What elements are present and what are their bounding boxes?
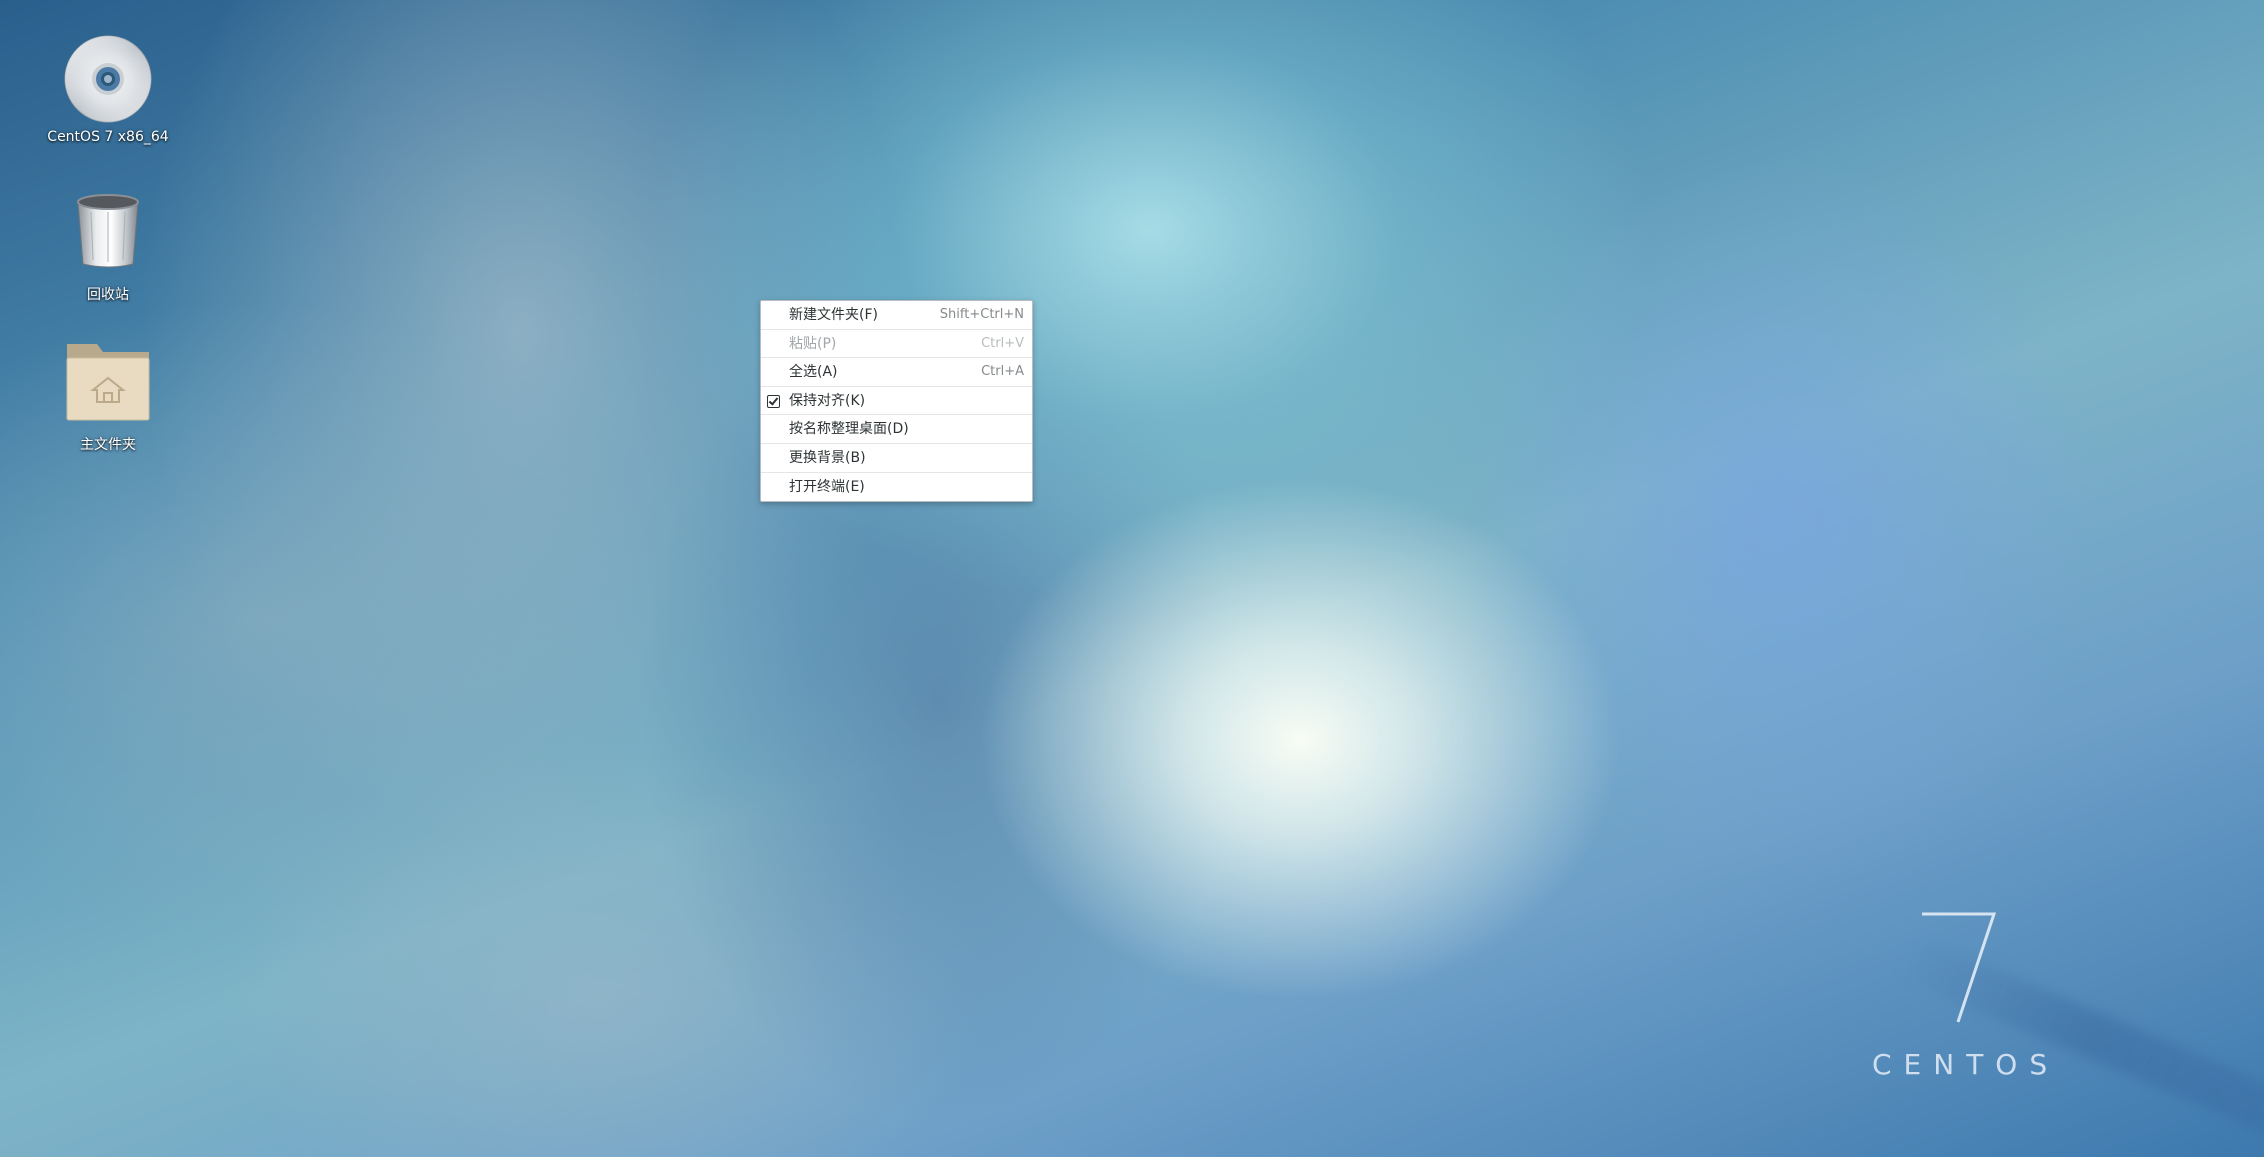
menu-item-shortcut: Ctrl+A [981,364,1024,380]
home-folder-icon [63,340,153,430]
menu-item-organize-by-name[interactable]: 按名称整理桌面(D) [761,415,1032,444]
trash-icon [63,190,153,280]
desktop-icon-label: 主文件夹 [80,437,136,453]
desktop-icon-label: 回收站 [87,287,129,303]
desktop-icon-home-folder[interactable]: 主文件夹 [33,340,183,454]
menu-item-label: 全选(A) [789,364,838,381]
desktop-icon-label: CentOS 7 x86_64 [47,129,169,145]
cd-icon [63,35,153,125]
checkbox-checked-icon[interactable] [767,394,780,408]
menu-item-label: 更换背景(B) [789,449,866,466]
menu-item-label: 打开终端(E) [789,478,865,495]
menu-item-paste[interactable]: 粘贴(P) Ctrl+V [761,330,1032,359]
menu-item-label: 新建文件夹(F) [789,307,878,323]
desktop-icon-trash[interactable]: 回收站 [33,190,183,304]
menu-item-label: 粘贴(P) [789,335,837,352]
menu-item-change-background[interactable]: 更换背景(B) [761,444,1032,473]
menu-item-open-terminal[interactable]: 打开终端(E) [761,473,1032,502]
desktop-background[interactable]: CentOS 7 x86_64 回收站 主文件夹 新建文件夹(F) Shift+… [0,0,2264,1157]
brand-name: CENTOS [1872,1048,2060,1081]
menu-item-shortcut: Ctrl+V [981,335,1024,351]
menu-item-keep-aligned[interactable]: 保持对齐(K) [761,387,1032,416]
desktop-icon-centos-dvd[interactable]: CentOS 7 x86_64 [33,35,183,145]
desktop-context-menu: 新建文件夹(F) Shift+Ctrl+N 粘贴(P) Ctrl+V 全选(A)… [760,300,1033,503]
brand-number-7-logo [1922,912,1997,1023]
menu-item-shortcut: Shift+Ctrl+N [939,307,1024,322]
menu-item-select-all[interactable]: 全选(A) Ctrl+A [761,358,1032,387]
menu-item-label: 按名称整理桌面(D) [789,421,909,438]
centos-brand-watermark: CENTOS [1860,900,2060,1081]
menu-item-new-folder[interactable]: 新建文件夹(F) Shift+Ctrl+N [761,301,1032,330]
menu-item-label: 保持对齐(K) [789,392,866,409]
